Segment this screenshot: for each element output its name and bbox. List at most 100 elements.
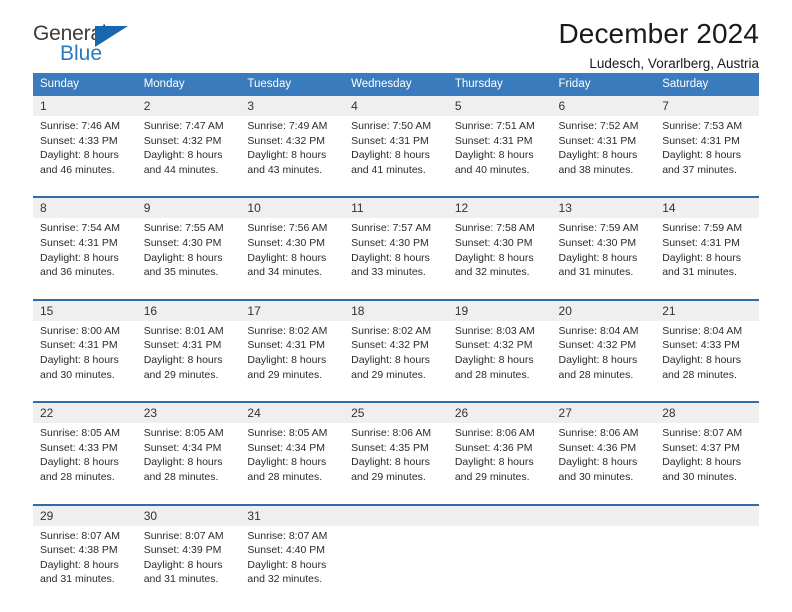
day-number-cell[interactable]: 22 <box>33 401 137 424</box>
day-number-cell[interactable]: 19 <box>447 298 552 321</box>
daylight-text-line1: Daylight: 8 hours <box>143 456 223 469</box>
day-number-cell[interactable]: 23 <box>136 401 241 424</box>
day-number-cell[interactable]: 18 <box>344 298 448 321</box>
daylight-text-line1: Daylight: 8 hours <box>40 456 119 469</box>
day-number-cell[interactable]: 13 <box>551 196 656 219</box>
daylight-text-line1: Daylight: 8 hours <box>558 353 638 366</box>
day-detail-cell[interactable]: Sunrise: 7:51 AM Sunset: 4:31 PM Daylight:… <box>447 116 552 184</box>
day-number-cell[interactable]: 27 <box>551 401 656 424</box>
day-detail-cell[interactable]: Sunrise: 7:54 AM Sunset: 4:31 PM Daylight:… <box>33 218 137 286</box>
day-detail-cell[interactable]: Sunrise: 8:04 AM Sunset: 4:33 PM Daylight:… <box>655 320 759 389</box>
daylight-text-line2: and 31 minutes. <box>558 266 634 279</box>
daylight-text-line1: Daylight: 8 hours <box>351 456 430 469</box>
day-number-cell[interactable]: 10 <box>240 196 345 219</box>
day-number-cell[interactable]: 31 <box>240 503 345 526</box>
day-detail-cell[interactable]: Sunrise: 7:50 AM Sunset: 4:31 PM Daylight:… <box>344 116 448 184</box>
week-separator <box>33 490 759 505</box>
weekday-header-saturday: Saturday <box>655 73 759 96</box>
day-number-cell[interactable]: 11 <box>344 196 448 219</box>
day-number-cell[interactable]: 15 <box>33 298 137 321</box>
day-detail-cell[interactable]: Sunrise: 7:58 AM Sunset: 4:30 PM Daylight:… <box>447 218 552 286</box>
weekday-header-thursday: Thursday <box>447 73 552 96</box>
day-detail-cell[interactable]: Sunrise: 8:00 AM Sunset: 4:31 PM Daylight:… <box>33 320 137 389</box>
daylight-text-line1: Daylight: 8 hours <box>454 149 534 162</box>
daylight-text-line1: Daylight: 8 hours <box>143 353 223 366</box>
sunrise-text: Sunrise: 7:52 AM <box>558 120 639 132</box>
empty-day-detail-cell <box>344 525 448 593</box>
sunrise-text: Sunrise: 8:06 AM <box>454 427 535 440</box>
day-number-cell[interactable]: 16 <box>136 298 241 321</box>
sunrise-text: Sunrise: 7:50 AM <box>351 120 432 132</box>
logo-triangle-icon <box>95 26 128 47</box>
daylight-text-line2: and 31 minutes. <box>662 266 737 279</box>
day-detail-cell[interactable]: Sunrise: 8:05 AM Sunset: 4:34 PM Daylight:… <box>136 423 241 491</box>
day-number-cell[interactable]: 6 <box>551 96 656 116</box>
day-detail-cell[interactable]: Sunrise: 7:52 AM Sunset: 4:31 PM Daylight:… <box>551 116 656 184</box>
daylight-text-line2: and 35 minutes. <box>143 266 219 279</box>
weekday-header-wednesday: Wednesday <box>344 73 448 96</box>
weekday-header-sunday: Sunday <box>33 73 137 96</box>
daylight-text-line1: Daylight: 8 hours <box>247 558 327 571</box>
day-number-cell[interactable]: 4 <box>344 96 448 116</box>
general-blue-logo[interactable]: General Blue <box>33 23 143 69</box>
sunrise-text: Sunrise: 7:57 AM <box>351 222 432 235</box>
day-number-cell[interactable]: 29 <box>33 503 137 526</box>
day-detail-cell[interactable]: Sunrise: 7:56 AM Sunset: 4:30 PM Daylight:… <box>240 218 345 286</box>
sunset-text: Sunset: 4:33 PM <box>40 134 118 147</box>
day-detail-cell[interactable]: Sunrise: 8:05 AM Sunset: 4:34 PM Daylight:… <box>240 423 345 491</box>
daylight-text-line2: and 41 minutes. <box>351 163 426 176</box>
day-number-cell[interactable]: 28 <box>655 401 759 424</box>
sunrise-text: Sunrise: 8:03 AM <box>454 324 535 337</box>
day-detail-cell[interactable]: Sunrise: 8:05 AM Sunset: 4:33 PM Daylight:… <box>33 423 137 491</box>
daylight-text-line2: and 29 minutes. <box>454 470 530 483</box>
day-number-cell[interactable]: 9 <box>136 196 241 219</box>
day-number-cell[interactable]: 21 <box>655 298 759 321</box>
daylight-text-line2: and 40 minutes. <box>454 163 530 176</box>
day-detail-cell[interactable]: Sunrise: 7:57 AM Sunset: 4:30 PM Daylight:… <box>344 218 448 286</box>
sunset-text: Sunset: 4:34 PM <box>247 441 326 454</box>
day-number-cell[interactable]: 1 <box>33 96 137 116</box>
sunset-text: Sunset: 4:31 PM <box>40 339 118 352</box>
day-number-cell[interactable]: 7 <box>655 96 759 116</box>
day-number-cell[interactable]: 30 <box>136 503 241 526</box>
day-detail-cell[interactable]: Sunrise: 8:02 AM Sunset: 4:31 PM Daylight:… <box>240 320 345 389</box>
weekday-header-row: Sunday Monday Tuesday Wednesday Thursday… <box>33 73 759 96</box>
day-detail-cell[interactable]: Sunrise: 8:07 AM Sunset: 4:37 PM Daylight:… <box>655 423 759 491</box>
empty-day-detail-cell <box>551 525 656 593</box>
day-detail-cell[interactable]: Sunrise: 8:07 AM Sunset: 4:38 PM Daylight:… <box>33 525 137 593</box>
day-detail-cell[interactable]: Sunrise: 7:59 AM Sunset: 4:31 PM Daylight:… <box>655 218 759 286</box>
sunset-text: Sunset: 4:31 PM <box>662 236 740 249</box>
day-detail-cell[interactable]: Sunrise: 8:04 AM Sunset: 4:32 PM Daylight:… <box>551 320 656 389</box>
day-detail-cell[interactable]: Sunrise: 7:46 AM Sunset: 4:33 PM Daylight:… <box>33 116 137 184</box>
day-detail-cell[interactable]: Sunrise: 7:47 AM Sunset: 4:32 PM Daylight:… <box>136 116 241 184</box>
day-number-cell[interactable]: 14 <box>655 196 759 219</box>
day-number-cell[interactable]: 26 <box>447 401 552 424</box>
day-number-cell[interactable]: 17 <box>240 298 345 321</box>
day-number-cell[interactable]: 2 <box>136 96 241 116</box>
day-detail-cell[interactable]: Sunrise: 8:07 AM Sunset: 4:39 PM Daylight:… <box>136 525 241 593</box>
day-number-cell[interactable]: 20 <box>551 298 656 321</box>
day-detail-cell[interactable]: Sunrise: 8:02 AM Sunset: 4:32 PM Daylight:… <box>344 320 448 389</box>
day-detail-cell[interactable]: Sunrise: 7:53 AM Sunset: 4:31 PM Daylight:… <box>655 116 759 184</box>
day-detail-cell[interactable]: Sunrise: 8:07 AM Sunset: 4:40 PM Daylight:… <box>240 525 345 593</box>
daylight-text-line1: Daylight: 8 hours <box>143 558 223 571</box>
day-number-cell[interactable]: 25 <box>344 401 448 424</box>
day-detail-cell[interactable]: Sunrise: 8:06 AM Sunset: 4:36 PM Daylight:… <box>447 423 552 491</box>
day-detail-cell[interactable]: Sunrise: 8:01 AM Sunset: 4:31 PM Daylight:… <box>136 320 241 389</box>
day-detail-cell[interactable]: Sunrise: 8:03 AM Sunset: 4:32 PM Daylight:… <box>447 320 552 389</box>
sunrise-text: Sunrise: 7:51 AM <box>454 120 535 132</box>
day-detail-cell[interactable]: Sunrise: 7:55 AM Sunset: 4:30 PM Daylight:… <box>136 218 241 286</box>
daylight-text-line1: Daylight: 8 hours <box>351 251 430 264</box>
day-number-cell[interactable]: 5 <box>447 96 552 116</box>
daylight-text-line1: Daylight: 8 hours <box>247 251 327 264</box>
day-number-cell[interactable]: 12 <box>447 196 552 219</box>
sunset-text: Sunset: 4:38 PM <box>40 544 118 557</box>
day-number-cell[interactable]: 8 <box>33 196 137 219</box>
day-detail-cell[interactable]: Sunrise: 8:06 AM Sunset: 4:36 PM Daylight:… <box>551 423 656 491</box>
day-number-cell[interactable]: 3 <box>240 96 345 116</box>
day-detail-cell[interactable]: Sunrise: 8:06 AM Sunset: 4:35 PM Daylight:… <box>344 423 448 491</box>
daylight-text-line2: and 30 minutes. <box>558 470 634 483</box>
day-number-cell[interactable]: 24 <box>240 401 345 424</box>
day-detail-cell[interactable]: Sunrise: 7:59 AM Sunset: 4:30 PM Daylight:… <box>551 218 656 286</box>
day-detail-cell[interactable]: Sunrise: 7:49 AM Sunset: 4:32 PM Daylight:… <box>240 116 345 184</box>
